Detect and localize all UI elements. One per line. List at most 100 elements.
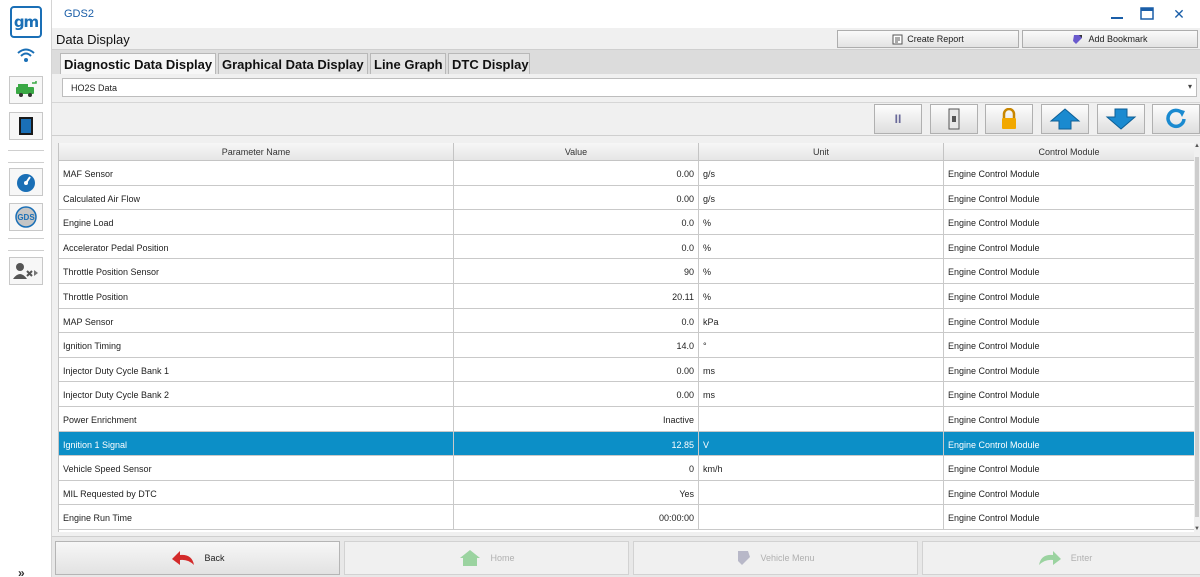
enter-arrow-icon: [1038, 551, 1061, 565]
cell-control-module: Engine Control Module: [944, 456, 1194, 480]
back-button[interactable]: Back: [55, 541, 340, 575]
cell-unit: ms: [699, 382, 944, 406]
column-header-control-module[interactable]: Control Module: [944, 143, 1194, 161]
table-scrollbar[interactable]: ▲ ▼: [1194, 143, 1200, 532]
rail-divider: [8, 250, 44, 251]
cell-unit: °: [699, 333, 944, 357]
column-header-parameter-name[interactable]: Parameter Name: [59, 143, 454, 161]
table-row[interactable]: Engine Load 0.0% Engine Control Module: [59, 210, 1194, 235]
table-row[interactable]: Injector Duty Cycle Bank 2 0.00 ms Engine C…: [59, 382, 1194, 407]
cell-control-module: Engine Control Module: [944, 186, 1194, 210]
maximize-icon: [1140, 7, 1154, 20]
tab-line-graph[interactable]: Line Graph: [370, 53, 446, 74]
gds-label: GDS: [17, 212, 35, 222]
cell-unit: [699, 505, 944, 529]
cell-value: 14.0: [454, 333, 699, 357]
pause-icon: II: [894, 112, 902, 126]
table-row[interactable]: Ignition Timing 14.0 ° Engine Control Modul…: [59, 333, 1194, 358]
rail-divider: [8, 162, 44, 163]
vehicle-menu-button[interactable]: Vehicle Menu: [633, 541, 918, 575]
table-row[interactable]: Calculated Air Flow 0.00 g/s Engine Control…: [59, 185, 1194, 211]
vehicle-button[interactable]: [9, 76, 43, 104]
vehicle-icon: [16, 81, 37, 97]
maximize-button[interactable]: [1130, 3, 1164, 25]
table-row[interactable]: Power Enrichment Inactive Engine Control M…: [59, 407, 1194, 432]
cell-control-module: Engine Control Module: [944, 284, 1194, 308]
tab-dtc-display[interactable]: DTC Display: [448, 53, 530, 74]
user-button[interactable]: [9, 257, 43, 285]
pause-button[interactable]: II: [874, 104, 922, 134]
cell-value: Yes: [454, 480, 699, 505]
cell-control-module: Engine Control Module: [944, 161, 1194, 185]
table-header: Parameter Name Value Unit Control Module: [59, 143, 1194, 161]
table-row[interactable]: Vehicle Speed Sensor 0 km/h Engine Control …: [59, 456, 1194, 481]
table-row[interactable]: MIL Requested by DTC Yes Engine Control Mo…: [59, 480, 1194, 506]
table-row[interactable]: MAP Sensor 0.0 kPa Engine Control Module: [59, 308, 1194, 334]
column-header-value[interactable]: Value: [454, 143, 699, 161]
table-row[interactable]: Throttle Position 20.11% Engine Control Mo…: [59, 284, 1194, 309]
enter-button[interactable]: Enter: [922, 541, 1200, 575]
lock-button[interactable]: [985, 104, 1033, 134]
table-row[interactable]: Ignition 1 Signal 12.85 V Engine Control Mo…: [59, 431, 1194, 457]
cell-parameter-name: Power Enrichment: [59, 407, 454, 431]
cell-parameter-name: Injector Duty Cycle Bank 1: [59, 357, 454, 382]
data-list-dropdown[interactable]: HO2S Data ▾: [62, 78, 1197, 97]
cell-control-module: Engine Control Module: [944, 309, 1194, 333]
lock-icon: [1002, 108, 1016, 129]
cell-value: 00:00:00: [454, 505, 699, 529]
gm-logo: gm: [10, 6, 42, 38]
table-row[interactable]: Throttle Position Sensor 90% Engine Contro…: [59, 259, 1194, 284]
device-button[interactable]: [9, 112, 43, 140]
cell-parameter-name: MIL Requested by DTC: [59, 480, 454, 505]
cell-value: 12.85: [454, 431, 699, 456]
table-row[interactable]: MAF Sensor 0.00 g/s Engine Control Module: [59, 161, 1194, 186]
scroll-down-arrow-icon[interactable]: ▼: [1194, 526, 1200, 532]
refresh-button[interactable]: [1152, 104, 1200, 134]
rail-divider: [8, 150, 44, 151]
wifi-icon: [17, 48, 35, 62]
home-label: Home: [490, 553, 515, 563]
tab-graphical-data-display[interactable]: Graphical Data Display: [218, 53, 368, 74]
gm-logo-text: gm: [13, 13, 39, 31]
cell-unit: g/s: [699, 161, 944, 185]
table-row[interactable]: Injector Duty Cycle Bank 1 0.00 ms Engine C…: [59, 357, 1194, 383]
cell-parameter-name: Throttle Position: [59, 284, 454, 308]
report-icon: [892, 34, 903, 44]
create-report-label: Create Report: [907, 34, 964, 44]
tab-diagnostic-data-display[interactable]: Diagnostic Data Display: [60, 53, 216, 74]
column-header-unit[interactable]: Unit: [699, 143, 944, 161]
table-row[interactable]: Engine Run Time 00:00:00 Engine Control Mo…: [59, 505, 1194, 530]
chevron-down-icon: ▾: [1187, 82, 1192, 91]
cell-parameter-name: MAF Sensor: [59, 161, 454, 185]
cell-unit: %: [699, 259, 944, 283]
scrollbar-thumb[interactable]: [1195, 157, 1199, 517]
gds-button[interactable]: GDS: [9, 203, 43, 231]
scroll-down-button[interactable]: [1097, 104, 1145, 134]
table-row[interactable]: Accelerator Pedal Position 0.0% Engine Con…: [59, 234, 1194, 260]
close-button[interactable]: ✕: [1162, 3, 1196, 25]
scroll-up-arrow-icon[interactable]: ▲: [1194, 143, 1200, 149]
switch-button[interactable]: [930, 104, 978, 134]
cell-parameter-name: Ignition Timing: [59, 333, 454, 357]
rail-expand-chevron[interactable]: »: [18, 566, 25, 577]
back-label: Back: [204, 553, 225, 563]
add-bookmark-label: Add Bookmark: [1088, 34, 1148, 44]
cell-control-module: Engine Control Module: [944, 481, 1194, 505]
data-display-button[interactable]: [9, 168, 43, 196]
close-icon: ✕: [1173, 5, 1185, 22]
device-icon: [19, 117, 33, 135]
minimize-button[interactable]: [1100, 3, 1134, 25]
cell-value: 90: [454, 259, 699, 283]
home-button[interactable]: Home: [344, 541, 629, 575]
bottom-navigation: Back Home Vehicle Menu Enter: [52, 536, 1200, 577]
add-bookmark-button[interactable]: Add Bookmark: [1022, 30, 1198, 48]
cell-unit: [699, 480, 944, 505]
create-report-button[interactable]: Create Report: [837, 30, 1019, 48]
scroll-up-button[interactable]: [1041, 104, 1089, 134]
title-bar: GDS2 ✕: [52, 0, 1200, 28]
cell-value: 0.00: [454, 357, 699, 382]
cell-control-module: Engine Control Module: [944, 259, 1194, 283]
cell-parameter-name: Accelerator Pedal Position: [59, 234, 454, 259]
cell-unit: %: [699, 284, 944, 308]
cell-unit: g/s: [699, 185, 944, 210]
